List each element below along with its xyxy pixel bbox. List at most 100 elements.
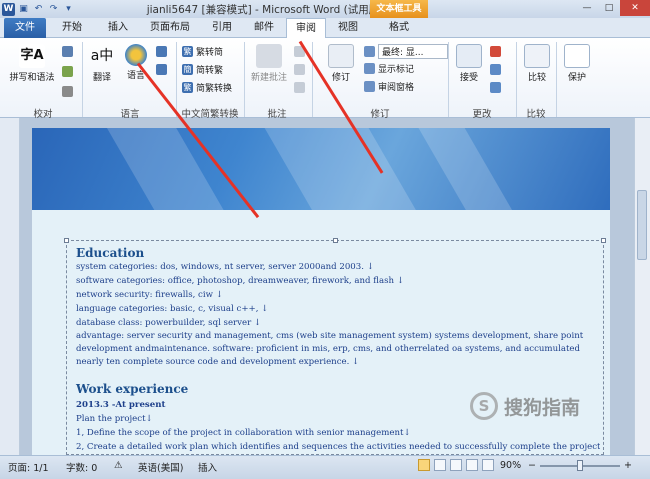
review-pane-label: 审阅窗格	[378, 83, 415, 93]
review-pane-button[interactable]: 审阅窗格	[364, 80, 414, 93]
translate-button[interactable]: a中 翻译	[86, 44, 118, 83]
new-comment-label: 新建批注	[250, 73, 287, 83]
tab-insert[interactable]: 插入	[98, 18, 138, 38]
resize-handle[interactable]	[333, 238, 338, 243]
tab-file[interactable]: 文件	[4, 18, 46, 38]
zoom-in-button[interactable]: +	[624, 460, 632, 471]
show-markup-icon	[364, 63, 375, 74]
convert-icon: 繁	[182, 46, 193, 57]
vertical-scrollbar[interactable]	[634, 118, 650, 455]
zoom-level[interactable]: 90%	[500, 460, 521, 471]
accept-button[interactable]: 接受	[452, 44, 486, 83]
convert-icon: 簡	[182, 64, 193, 75]
final-show-select[interactable]: 最终: 显...	[378, 44, 448, 59]
save-icon[interactable]: ▣	[17, 3, 30, 16]
full-screen-reading-icon[interactable]	[434, 459, 446, 471]
minimize-button[interactable]: —	[576, 0, 598, 16]
language-option-1[interactable]	[156, 46, 167, 57]
watermark: S 搜狗指南	[470, 392, 580, 420]
quick-access-toolbar: W ▣ ↶ ↷ ▾	[0, 0, 75, 18]
next-change-icon	[490, 82, 501, 93]
status-bar	[0, 455, 650, 479]
page-count[interactable]: 页面: 1/1	[8, 460, 49, 474]
chinese-convert-button[interactable]: 繁简繁转换	[182, 81, 232, 94]
convert-label: 简繁转换	[196, 84, 233, 94]
previous-comment-button[interactable]	[294, 64, 305, 75]
header-banner-image	[32, 128, 610, 210]
tab-mailings[interactable]: 邮件	[244, 18, 284, 38]
track-changes-icon	[328, 44, 354, 68]
track-changes-button[interactable]: 修订	[324, 44, 358, 83]
to-simp-label: 简转繁	[196, 66, 224, 76]
next-change-button[interactable]	[490, 82, 501, 93]
display-review-icon	[364, 46, 375, 57]
new-comment-icon	[256, 44, 282, 68]
compare-button[interactable]: 比较	[520, 44, 554, 83]
word-logo-icon[interactable]: W	[2, 2, 15, 16]
to-trad-label: 繁转简	[196, 48, 224, 58]
scrollbar-thumb[interactable]	[637, 190, 647, 260]
traditional-to-simplified-button[interactable]: 繁繁转简	[182, 45, 223, 58]
tab-references[interactable]: 引用	[202, 18, 242, 38]
language-option-2[interactable]	[156, 64, 167, 75]
doc-line: language categories: basic, c, visual c+…	[76, 304, 269, 314]
thesaurus-icon	[62, 66, 73, 77]
doc-line: system categories: dos, windows, nt serv…	[76, 262, 374, 272]
protect-button[interactable]: 保护	[560, 44, 594, 83]
spelling-icon: 字A	[19, 44, 45, 68]
accept-label: 接受	[459, 73, 478, 83]
thesaurus-button[interactable]	[62, 66, 73, 77]
zoom-slider-knob[interactable]	[577, 460, 583, 471]
reject-button[interactable]	[490, 46, 501, 57]
reject-icon	[490, 46, 501, 57]
convert-icon: 繁	[182, 82, 193, 93]
vertical-ruler	[0, 118, 20, 455]
section-title-work: Work experience	[76, 382, 189, 396]
tab-home[interactable]: 开始	[52, 18, 92, 38]
new-comment-button[interactable]: 新建批注	[246, 44, 292, 83]
resize-handle[interactable]	[64, 238, 69, 243]
track-changes-label: 修订	[331, 73, 350, 83]
section-title-education: Education	[76, 246, 145, 260]
research-button[interactable]	[62, 46, 73, 57]
tab-review[interactable]: 审阅	[286, 18, 326, 39]
next-comment-button[interactable]	[294, 82, 305, 93]
tab-format[interactable]: 格式	[374, 18, 424, 38]
word-count[interactable]: 字数: 0	[66, 460, 97, 474]
insert-mode[interactable]: 插入	[198, 460, 217, 474]
resize-handle[interactable]	[601, 238, 606, 243]
draft-icon[interactable]	[482, 459, 494, 471]
protect-lock-icon	[564, 44, 590, 68]
language-status[interactable]: 英语(美国)	[138, 460, 183, 474]
spelling-grammar-button[interactable]: 字A 拼写和语法	[4, 44, 60, 83]
tab-view[interactable]: 视图	[330, 18, 366, 38]
undo-icon[interactable]: ↶	[32, 3, 45, 16]
maximize-button[interactable]: □	[598, 0, 620, 16]
close-button[interactable]: ✕	[620, 0, 650, 16]
outline-icon[interactable]	[466, 459, 478, 471]
show-markup-button[interactable]: 显示标记	[364, 62, 414, 75]
group-separator	[82, 42, 83, 117]
group-separator	[556, 42, 557, 117]
doc-line: 1, Define the scope of the project in co…	[76, 428, 411, 438]
customize-qat-icon[interactable]: ▾	[62, 3, 75, 16]
display-for-review-dropdown[interactable]: 最终: 显...	[364, 44, 448, 59]
zoom-out-button[interactable]: −	[528, 460, 536, 471]
redo-icon[interactable]: ↷	[47, 3, 60, 16]
simplified-to-traditional-button[interactable]: 簡简转繁	[182, 63, 223, 76]
word-count-button[interactable]	[62, 86, 73, 97]
window-title: jianli5647 [兼容模式] - Microsoft Word (试用版)	[146, 4, 384, 16]
doc-line: software categories: office, photoshop, …	[76, 276, 405, 286]
proofing-status-icon[interactable]: ⚠	[114, 460, 123, 471]
web-layout-icon[interactable]	[450, 459, 462, 471]
doc-paragraph: advantage: server security and managemen…	[76, 331, 584, 367]
compare-label: 比较	[527, 73, 546, 83]
tab-page-layout[interactable]: 页面布局	[142, 18, 198, 38]
compare-icon	[524, 44, 550, 68]
watermark-text: 搜狗指南	[504, 396, 581, 419]
print-layout-icon[interactable]	[418, 459, 430, 471]
language-option-icon	[156, 64, 167, 75]
previous-change-icon	[490, 64, 501, 75]
previous-change-button[interactable]	[490, 64, 501, 75]
protect-label: 保护	[567, 73, 586, 83]
